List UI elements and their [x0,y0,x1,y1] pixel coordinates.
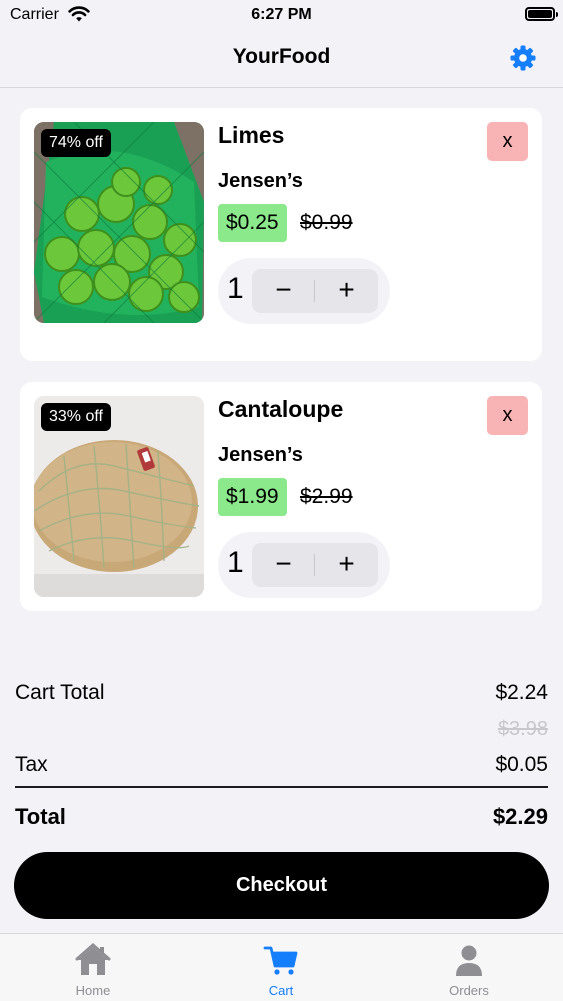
discount-badge: 74% off [41,129,111,157]
sale-price: $0.25 [218,204,287,242]
decrement-button[interactable]: − [252,543,315,587]
tab-home[interactable]: Home [33,934,153,1001]
quantity-control: 1 − + [218,532,390,598]
increment-button[interactable]: + [315,543,378,587]
increment-button[interactable]: + [315,269,378,313]
product-name: Cantaloupe [218,396,344,422]
tab-home-label: Home [75,983,111,998]
cart-item-card: 33% off Cantaloupe x Jensen’s $1.99 $2.9… [20,382,542,611]
quantity-stepper: − + [252,543,378,587]
page-title: YourFood [232,45,331,68]
remove-item-button[interactable]: x [487,396,528,435]
tab-bar: Home Cart Orders [0,933,563,1001]
total-label: Total [15,804,66,829]
status-time: 6:27 PM [251,6,312,23]
product-image-limes: 74% off [34,122,204,323]
quantity-control: 1 − + [218,258,390,324]
tax-label: Tax [15,753,48,776]
original-price: $2.99 [300,485,353,508]
navigation-bar: YourFood [0,32,563,88]
sale-price: $1.99 [218,478,287,516]
tab-cart[interactable]: Cart [221,934,341,1001]
tab-orders[interactable]: Orders [409,934,529,1001]
cart-total-label: Cart Total [15,681,105,704]
store-name: Jensen’s [218,444,303,466]
original-total-value: $3.98 [497,718,548,740]
remove-item-button[interactable]: x [487,122,528,161]
tab-cart-label: Cart [268,983,294,998]
cart-total-value: $2.24 [495,681,548,704]
total-value: $2.29 [492,804,548,829]
quantity-value: 1 [227,546,244,579]
product-name: Limes [218,122,285,148]
cart-item-card: 74% off Limes x Jensen’s $0.25 $0.99 1 −… [20,108,542,361]
person-icon [456,945,482,976]
quantity-value: 1 [227,272,244,305]
home-icon [75,943,111,975]
store-name: Jensen’s [218,170,303,192]
checkout-button[interactable]: Checkout [14,852,549,919]
product-image-cantaloupe: 33% off [34,396,204,597]
tab-orders-label: Orders [449,983,489,998]
status-bar: Carrier 6:27 PM [0,0,563,32]
decrement-button[interactable]: − [252,269,315,313]
battery-icon [525,7,558,21]
quantity-stepper: − + [252,269,378,313]
summary-divider [15,786,548,788]
discount-badge: 33% off [41,403,111,431]
tax-value: $0.05 [495,753,548,776]
cart-icon [263,946,298,975]
gear-icon[interactable] [509,44,537,72]
original-price: $0.99 [300,211,353,234]
